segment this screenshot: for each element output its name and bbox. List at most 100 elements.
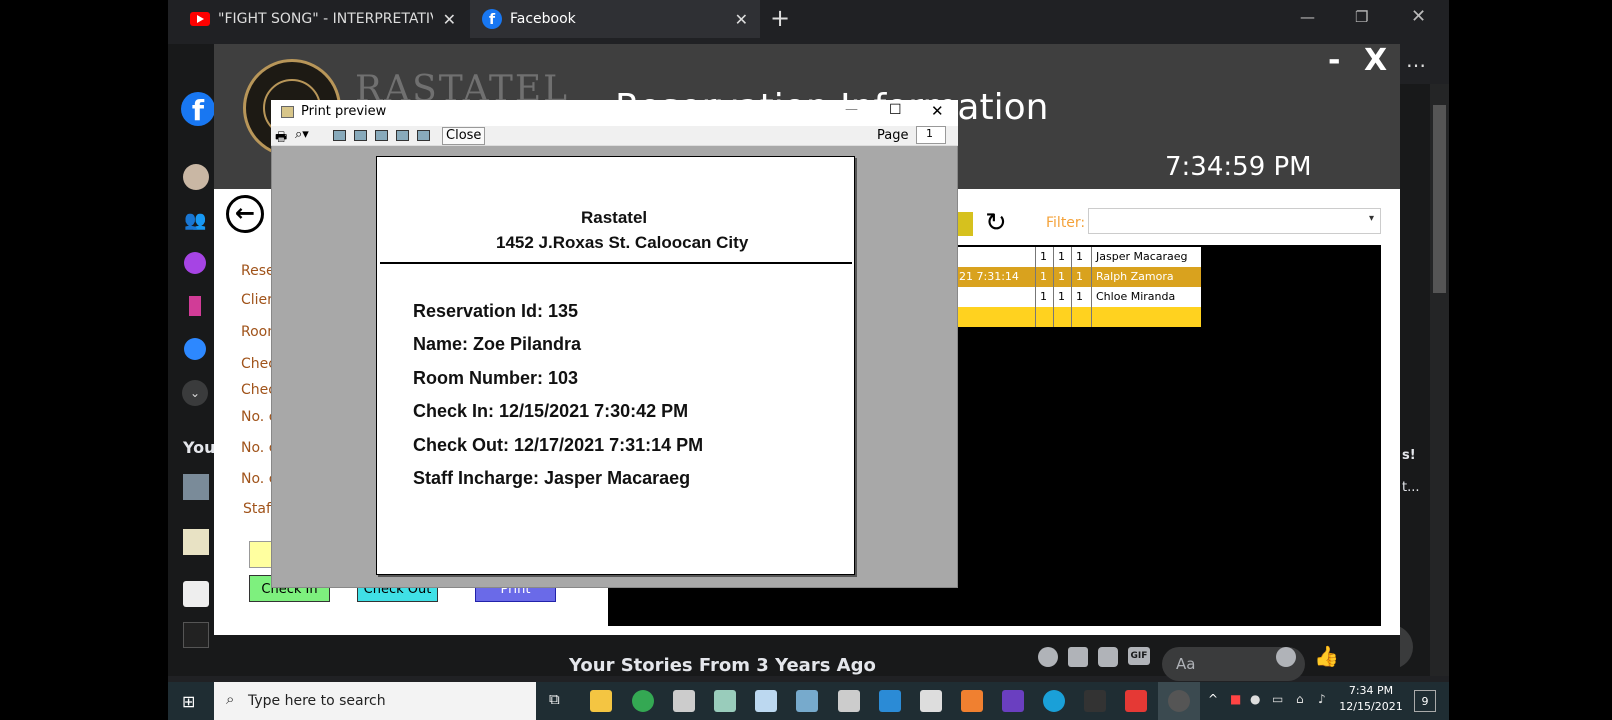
divider bbox=[380, 262, 852, 264]
groups-icon[interactable] bbox=[184, 338, 206, 360]
receipt-line: Staff Incharge: Jasper Macaraeg bbox=[413, 468, 691, 488]
file-explorer-icon[interactable] bbox=[590, 690, 612, 712]
tab-title: Facebook bbox=[510, 11, 576, 27]
table-row-new[interactable] bbox=[955, 307, 1201, 327]
contact-fragment: s! bbox=[1402, 448, 1416, 463]
cell-value: 1 bbox=[1036, 247, 1054, 267]
tray-icon[interactable]: ● bbox=[1250, 692, 1260, 706]
taskbar-date[interactable]: 12/15/2021 bbox=[1336, 700, 1406, 713]
windows-start-icon[interactable]: ⊞ bbox=[182, 692, 195, 711]
cell-value: 1 bbox=[1072, 267, 1092, 287]
page-label: Page bbox=[877, 128, 909, 143]
avatar[interactable] bbox=[183, 164, 209, 190]
close-preview-button[interactable]: Close bbox=[442, 127, 486, 145]
app-icon[interactable] bbox=[920, 690, 942, 712]
table-row[interactable]: 1 1 1 Jasper Macaraeg bbox=[955, 247, 1201, 267]
tab-youtube[interactable]: "FIGHT SONG" - INTERPRETATIVI ✕ bbox=[178, 0, 468, 38]
minimize-icon[interactable]: — bbox=[845, 102, 858, 117]
see-more-chevron-icon[interactable]: ⌄ bbox=[182, 380, 208, 406]
visual-studio-icon[interactable] bbox=[1002, 690, 1024, 712]
xampp-icon[interactable] bbox=[961, 690, 983, 712]
calculator-icon[interactable] bbox=[673, 690, 695, 712]
vscode-icon[interactable] bbox=[879, 690, 901, 712]
add-icon[interactable] bbox=[1038, 647, 1058, 667]
two-pages-icon[interactable] bbox=[354, 130, 367, 141]
more-menu-icon[interactable]: … bbox=[1406, 48, 1426, 72]
cell-date: 21 7:31:14 PM bbox=[955, 267, 1036, 303]
messenger-icon[interactable] bbox=[184, 252, 206, 274]
cell-value: 1 bbox=[1054, 267, 1072, 287]
table-row[interactable]: 21 7:31:14 PM 1 1 1 Ralph Zamora bbox=[955, 267, 1201, 303]
back-icon[interactable]: ← bbox=[226, 195, 264, 233]
page-number-input[interactable]: 1 bbox=[916, 126, 946, 144]
battery-icon[interactable]: ▭ bbox=[1272, 692, 1283, 706]
notifications-icon[interactable]: 9 bbox=[1414, 690, 1436, 712]
print-preview-toolbar: 🖶 ⌕▾ Close Page 1 bbox=[271, 126, 958, 146]
contact-fragment: t... bbox=[1402, 480, 1420, 495]
cell-value: 1 bbox=[1072, 247, 1092, 267]
taskbar-search[interactable]: Type here to search bbox=[214, 682, 536, 720]
bookmark-icon[interactable] bbox=[189, 296, 201, 316]
zoom-icon[interactable]: ⌕▾ bbox=[295, 127, 309, 142]
taskbar-time[interactable]: 7:34 PM bbox=[1336, 684, 1406, 697]
one-page-icon[interactable] bbox=[333, 130, 346, 141]
refresh-icon[interactable]: ↻ bbox=[985, 208, 1007, 238]
app-icon[interactable] bbox=[838, 690, 860, 712]
app-icon[interactable] bbox=[714, 690, 736, 712]
receipt-line: Check In: 12/15/2021 7:30:42 PM bbox=[413, 401, 689, 421]
maximize-icon[interactable]: ☐ bbox=[889, 102, 902, 118]
minimize-window-icon[interactable]: — bbox=[1300, 8, 1315, 26]
gif-icon[interactable]: GIF bbox=[1128, 647, 1150, 665]
tab-facebook[interactable]: f Facebook ✕ bbox=[470, 0, 760, 38]
scrollbar-thumb[interactable] bbox=[1433, 105, 1446, 293]
shortcut-image[interactable] bbox=[183, 529, 209, 555]
filter-dropdown[interactable]: ▾ bbox=[1088, 208, 1381, 234]
three-pages-icon[interactable] bbox=[375, 130, 388, 141]
app-minimize-button[interactable]: - bbox=[1328, 43, 1340, 78]
maximize-window-icon[interactable]: ❐ bbox=[1355, 8, 1368, 26]
tray-chevron-icon[interactable]: ^ bbox=[1208, 692, 1218, 706]
shortcut-image[interactable] bbox=[183, 474, 209, 500]
clock: 7:34:59 PM bbox=[1165, 152, 1312, 182]
app-icon[interactable] bbox=[1084, 690, 1106, 712]
six-pages-icon[interactable] bbox=[417, 130, 430, 141]
close-tab-icon[interactable]: ✕ bbox=[443, 10, 456, 29]
network-icon[interactable]: ⌂ bbox=[1296, 692, 1304, 706]
app-close-button[interactable]: X bbox=[1364, 43, 1387, 78]
tray-icon[interactable]: ■ bbox=[1230, 692, 1241, 706]
chrome-icon[interactable] bbox=[632, 690, 654, 712]
close-window-icon[interactable]: ✕ bbox=[1411, 6, 1426, 27]
cell-value: 1 bbox=[1036, 267, 1054, 287]
photo-icon[interactable] bbox=[1068, 647, 1088, 667]
edge-icon[interactable] bbox=[1043, 690, 1065, 712]
emoji-icon[interactable] bbox=[1276, 647, 1296, 667]
phone-screen: "FIGHT SONG" - INTERPRETATIVI ✕ f Facebo… bbox=[0, 0, 1612, 720]
anydesk-icon[interactable] bbox=[1125, 690, 1147, 712]
receipt-line: Name: Zoe Pilandra bbox=[413, 334, 582, 354]
table-row[interactable]: 1 1 1 Chloe Miranda bbox=[955, 287, 1201, 307]
task-view-icon[interactable]: ⧉ bbox=[549, 690, 560, 708]
sticker-icon[interactable] bbox=[1098, 647, 1118, 667]
volume-icon[interactable]: ♪ bbox=[1318, 692, 1326, 706]
print-preview-icon bbox=[281, 106, 294, 118]
close-icon[interactable]: ✕ bbox=[931, 102, 944, 120]
hotel-app-icon[interactable] bbox=[1168, 690, 1190, 712]
facebook-logo[interactable]: f bbox=[181, 92, 215, 127]
app-icon[interactable] bbox=[796, 690, 818, 712]
print-icon[interactable]: 🖶 bbox=[275, 128, 287, 150]
new-tab-button[interactable]: + bbox=[770, 4, 790, 32]
cell-value: 1 bbox=[1054, 247, 1072, 267]
filter-label: Filter: bbox=[1046, 215, 1086, 231]
cell-staff: Jasper Macaraeg bbox=[1096, 250, 1188, 263]
shortcut-image[interactable] bbox=[183, 581, 209, 607]
like-icon[interactable]: 👍 bbox=[1314, 644, 1339, 668]
friends-icon[interactable]: 👥 bbox=[184, 210, 206, 231]
receipt-company: Rastatel bbox=[581, 208, 648, 227]
close-tab-icon[interactable]: ✕ bbox=[735, 10, 748, 29]
shortcut-image[interactable] bbox=[183, 622, 209, 648]
four-pages-icon[interactable] bbox=[396, 130, 409, 141]
cell-staff: Chloe Miranda bbox=[1096, 290, 1176, 303]
cell-value: 1 bbox=[1036, 287, 1054, 307]
youtube-icon bbox=[190, 12, 210, 26]
app-icon[interactable] bbox=[755, 690, 777, 712]
